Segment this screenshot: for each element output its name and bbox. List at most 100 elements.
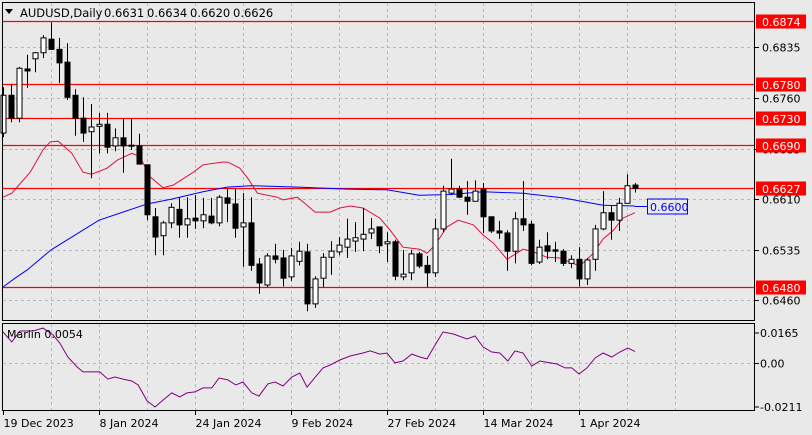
slow-moving-average-line — [2, 185, 636, 288]
candle-body-bearish — [544, 245, 551, 252]
candle — [248, 197, 255, 271]
level-price-label: 0.6480 — [762, 282, 801, 295]
candle-body-bullish — [88, 126, 95, 133]
candle-body-bearish — [392, 241, 399, 277]
candle-body-bearish — [552, 249, 559, 252]
candle — [432, 218, 439, 277]
candle — [504, 230, 511, 271]
candle — [312, 276, 319, 308]
candle — [384, 232, 391, 263]
candle-body-bearish — [528, 223, 535, 264]
candle-body-bullish — [328, 250, 335, 258]
symbol-title: AUDUSD,Daily — [20, 6, 103, 20]
date-label: 1 Apr 2024 — [580, 417, 641, 430]
level-price-label: 0.6780 — [762, 79, 801, 92]
candle-body-bullish — [368, 228, 375, 234]
candle — [144, 164, 151, 221]
candle-body-bearish — [560, 250, 567, 264]
candle — [320, 253, 327, 287]
candle-body-bearish — [480, 188, 487, 218]
candle-body-bullish — [264, 255, 271, 286]
candle — [296, 241, 303, 266]
candle-body-bullish — [600, 212, 607, 230]
time-axis[interactable]: 19 Dec 2023 8 Jan 2024 24 Jan 2024 9 Feb 20… — [3, 411, 641, 430]
candle — [464, 180, 471, 215]
candle — [280, 249, 287, 287]
candle-body-bullish — [312, 278, 319, 305]
candle-body-bearish — [424, 264, 431, 274]
candle-body-bullish — [432, 228, 439, 274]
candle — [136, 133, 143, 165]
candle-body-bullish — [448, 188, 455, 194]
oscillator-pane-border — [2, 323, 755, 411]
candle-body-bullish — [216, 196, 223, 224]
candle-body-bearish — [464, 196, 471, 202]
candle — [528, 220, 535, 266]
candle-body-bullish — [184, 218, 191, 226]
candle-body-bearish — [224, 197, 231, 204]
candle-body-bearish — [520, 218, 527, 226]
candle — [424, 255, 431, 287]
candle — [40, 35, 47, 59]
candle — [64, 43, 71, 100]
candle-body-bearish — [488, 216, 495, 232]
level-price-label: 0.6690 — [762, 140, 801, 153]
candle-body-bullish — [96, 123, 103, 127]
candle — [152, 208, 159, 256]
candle-body-bearish — [192, 217, 199, 222]
candle-body-bullish — [592, 228, 599, 260]
candle-body-bullish — [168, 206, 175, 224]
close-price: 0.6626 — [233, 6, 273, 20]
candle — [472, 180, 479, 202]
candle — [200, 197, 207, 229]
candle — [168, 203, 175, 229]
candle — [376, 226, 383, 254]
candle-body-bullish — [360, 233, 367, 240]
candle-body-bullish — [320, 256, 327, 279]
candle — [480, 183, 487, 233]
candle-body-bearish — [144, 164, 151, 216]
candle — [368, 218, 375, 240]
candle — [408, 249, 415, 281]
candle-body-bearish — [248, 222, 255, 266]
candle — [8, 83, 15, 123]
candle — [488, 216, 495, 233]
candle — [232, 189, 239, 238]
level-price-label: 0.6730 — [762, 113, 801, 126]
candle-body-bullish — [32, 52, 39, 60]
candle-body-bullish — [296, 250, 303, 262]
price-tick-label: 0.6535 — [762, 245, 801, 258]
candle-body-bearish — [104, 123, 111, 148]
candle-body-bearish — [208, 215, 215, 224]
candle-body-bullish — [536, 246, 543, 263]
triangle-down-icon[interactable] — [5, 9, 13, 14]
candle — [112, 128, 119, 152]
candle-body-bearish — [256, 263, 263, 284]
candle-body-bearish — [416, 253, 423, 267]
candle-body-bearish — [64, 61, 71, 98]
candle — [360, 208, 367, 252]
candle — [304, 243, 311, 312]
candle-body-bearish — [304, 251, 311, 305]
price-axis[interactable]: 0.68350.67600.66850.66100.65350.64600.01… — [755, 14, 806, 415]
date-label: 24 Jan 2024 — [196, 417, 262, 430]
candle — [184, 197, 191, 238]
candle-body-bullish — [584, 259, 591, 280]
candle — [208, 197, 215, 225]
open-price: 0.6631 — [104, 6, 144, 20]
candle — [560, 249, 567, 267]
candle — [80, 97, 87, 142]
candle-body-bearish — [128, 144, 135, 147]
candle-body-bearish — [8, 94, 15, 119]
candle — [448, 158, 455, 196]
candle — [216, 195, 223, 227]
high-price: 0.6634 — [147, 6, 187, 20]
candle — [16, 66, 23, 123]
candle — [576, 247, 583, 287]
candle — [536, 239, 543, 265]
candle-body-bearish — [80, 117, 87, 134]
date-label: 19 Dec 2023 — [4, 417, 74, 430]
price-chart[interactable]: 0.6600 0.68350.67600.66850.66100.65350.6… — [0, 0, 812, 435]
candle — [272, 243, 279, 264]
price-tick-label: 0.6460 — [762, 295, 801, 308]
